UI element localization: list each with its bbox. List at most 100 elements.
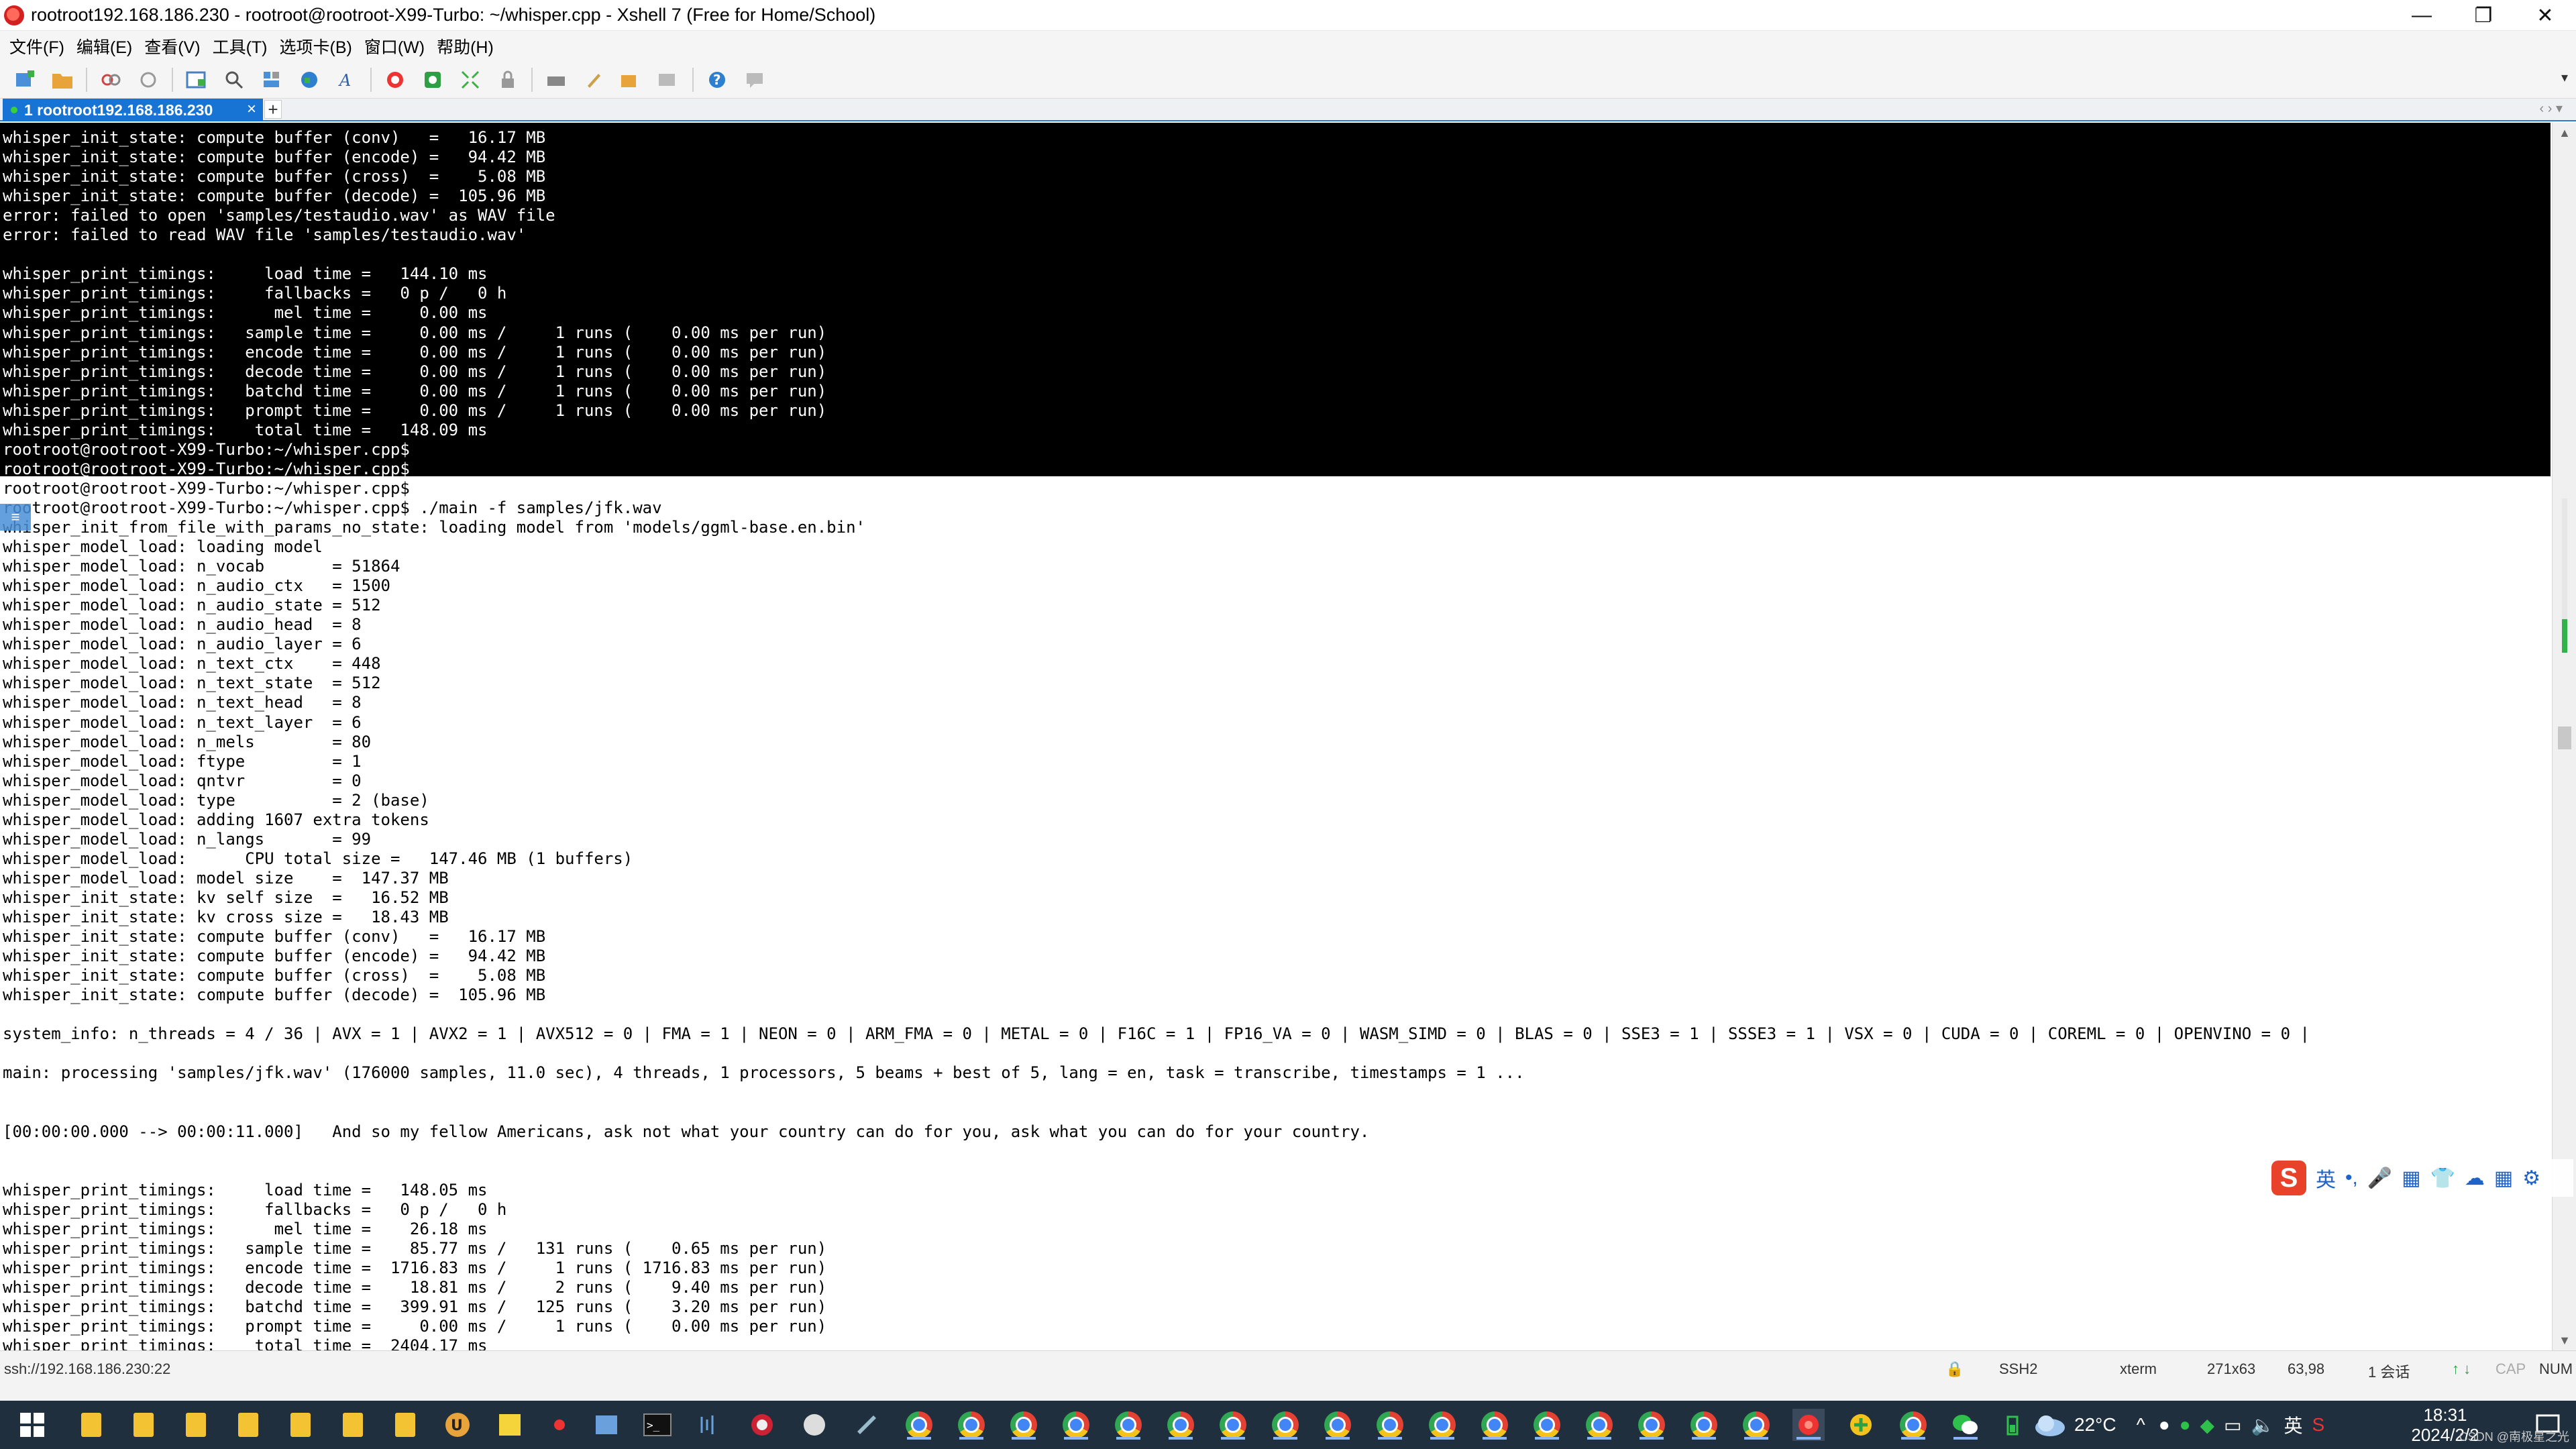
tray-expand-icon[interactable]: ^: [2137, 1414, 2145, 1436]
menu-tabs[interactable]: 选项卡(B): [280, 34, 352, 58]
app-icon[interactable]: [746, 1409, 778, 1441]
file-explorer-icon[interactable]: [127, 1409, 160, 1441]
wechat-icon[interactable]: [1949, 1409, 1982, 1441]
chrome-icon[interactable]: [1635, 1409, 1668, 1441]
file-explorer-icon[interactable]: [232, 1409, 264, 1441]
menu-view[interactable]: 查看(V): [144, 34, 200, 58]
add-tab-button[interactable]: +: [264, 99, 282, 119]
scroll-thumb[interactable]: [2558, 727, 2571, 749]
input-language-indicator[interactable]: 英: [2284, 1411, 2302, 1438]
layout-icon[interactable]: [258, 66, 286, 94]
scroll-up-icon[interactable]: ▲: [2553, 123, 2576, 143]
terminal-area[interactable]: whisper_init_state: compute buffer (conv…: [0, 123, 2551, 1350]
network-icon[interactable]: ▭: [2224, 1414, 2241, 1436]
chrome-icon[interactable]: [1165, 1409, 1197, 1441]
ime-keyboard-icon[interactable]: ▦: [2402, 1167, 2420, 1190]
ultraedit-icon[interactable]: U: [441, 1409, 474, 1441]
ime-cloud-icon[interactable]: ☁: [2465, 1167, 2485, 1190]
compose-icon[interactable]: [655, 66, 683, 94]
chrome-icon[interactable]: [1322, 1409, 1354, 1441]
tray-app-icon[interactable]: ●: [2159, 1414, 2170, 1436]
reconnect-icon[interactable]: [134, 66, 162, 94]
menu-edit[interactable]: 编辑(E): [76, 34, 132, 58]
font-icon[interactable]: A: [333, 66, 361, 94]
xmanager-icon[interactable]: [419, 66, 447, 94]
toolbar-separator: [86, 67, 87, 92]
chrome-icon[interactable]: [1897, 1409, 1929, 1441]
file-explorer-icon[interactable]: [75, 1409, 107, 1441]
keyboard-icon[interactable]: [542, 66, 570, 94]
new-session-icon[interactable]: [11, 66, 39, 94]
file-explorer-icon[interactable]: [389, 1409, 421, 1441]
notes-app-icon[interactable]: [494, 1409, 526, 1441]
toolbar-overflow-button[interactable]: ▾: [2561, 69, 2568, 86]
scroll-down-icon[interactable]: ▼: [2553, 1330, 2576, 1350]
terminal-line: rootroot@rootroot-X99-Turbo:~/whisper.cp…: [3, 478, 410, 498]
ime-tools-icon[interactable]: ▦: [2494, 1167, 2513, 1190]
restore-button[interactable]: ❐: [2453, 0, 2514, 31]
remote-app-icon[interactable]: [590, 1409, 623, 1441]
chat-icon[interactable]: [741, 66, 769, 94]
chrome-icon[interactable]: [1060, 1409, 1092, 1441]
weather-temperature[interactable]: 22°C: [2074, 1414, 2116, 1436]
file-explorer-icon[interactable]: [337, 1409, 369, 1441]
ime-voice-icon[interactable]: 🎤: [2367, 1167, 2392, 1190]
tray-app-icon[interactable]: ◆: [2200, 1414, 2215, 1436]
chrome-icon[interactable]: [1374, 1409, 1406, 1441]
file-explorer-icon[interactable]: [284, 1409, 317, 1441]
session-tab-label: 1 rootroot192.168.186.230: [24, 101, 213, 119]
chrome-icon[interactable]: [1688, 1409, 1720, 1441]
help-icon[interactable]: ?: [703, 66, 731, 94]
script-icon[interactable]: [580, 66, 608, 94]
chrome-icon[interactable]: [1269, 1409, 1301, 1441]
app-icon[interactable]: [851, 1409, 883, 1441]
tray-wechat-icon[interactable]: ●: [2180, 1414, 2191, 1436]
chrome-icon[interactable]: [1426, 1409, 1458, 1441]
menu-file[interactable]: 文件(F): [9, 34, 64, 58]
scroll-position-indicator: [2562, 619, 2567, 653]
tab-close-icon[interactable]: ×: [247, 100, 256, 119]
chrome-icon[interactable]: [1479, 1409, 1511, 1441]
open-folder-icon[interactable]: [48, 66, 76, 94]
audio-app-icon[interactable]: [694, 1409, 726, 1441]
new-window-icon[interactable]: [182, 66, 211, 94]
sogou-ime-logo-icon[interactable]: S: [2271, 1161, 2306, 1195]
sogou-tray-icon[interactable]: S: [2312, 1414, 2324, 1436]
menu-tools[interactable]: 工具(T): [213, 34, 268, 58]
app-icon[interactable]: [798, 1409, 830, 1441]
chrome-icon[interactable]: [1583, 1409, 1615, 1441]
fullscreen-icon[interactable]: [456, 66, 484, 94]
xshell-taskbar-icon[interactable]: [1792, 1409, 1825, 1441]
media-app-icon[interactable]: [543, 1409, 576, 1441]
terminal-line: whisper_print_timings: decode time = 18.…: [3, 1277, 827, 1297]
volume-icon[interactable]: 🔈: [2251, 1414, 2275, 1436]
globe-icon[interactable]: [295, 66, 323, 94]
chrome-icon[interactable]: [1531, 1409, 1563, 1441]
app-icon[interactable]: [1845, 1409, 1877, 1441]
chrome-icon[interactable]: [1112, 1409, 1144, 1441]
windows-start-icon[interactable]: [16, 1409, 48, 1441]
close-button[interactable]: ✕: [2514, 0, 2576, 31]
find-icon[interactable]: [220, 66, 248, 94]
menu-help[interactable]: 帮助(H): [437, 34, 494, 58]
lock-icon[interactable]: [494, 66, 522, 94]
chrome-icon[interactable]: [1740, 1409, 1772, 1441]
chrome-icon[interactable]: [1217, 1409, 1249, 1441]
chrome-icon[interactable]: [903, 1409, 935, 1441]
minimize-button[interactable]: —: [2391, 0, 2453, 31]
ime-punctuation-icon[interactable]: •,: [2345, 1167, 2358, 1189]
menu-window[interactable]: 窗口(W): [364, 34, 425, 58]
disconnect-icon[interactable]: [97, 66, 125, 94]
ime-language-toggle[interactable]: 英: [2316, 1163, 2336, 1193]
chrome-icon[interactable]: [1008, 1409, 1040, 1441]
terminal-line: whisper_init_state: compute buffer (conv…: [3, 128, 546, 147]
file-explorer-icon[interactable]: [180, 1409, 212, 1441]
tab-navigation-arrows[interactable]: ‹ › ▾: [2540, 100, 2563, 117]
session-tab[interactable]: 1 rootroot192.168.186.230 ×: [3, 99, 263, 121]
xftp-icon[interactable]: [381, 66, 409, 94]
transfer-icon[interactable]: [617, 66, 645, 94]
chrome-icon[interactable]: [955, 1409, 987, 1441]
ime-settings-icon[interactable]: ⚙: [2522, 1167, 2540, 1190]
ime-skin-icon[interactable]: 👕: [2430, 1167, 2455, 1190]
terminal-app-icon[interactable]: >_: [641, 1409, 674, 1441]
